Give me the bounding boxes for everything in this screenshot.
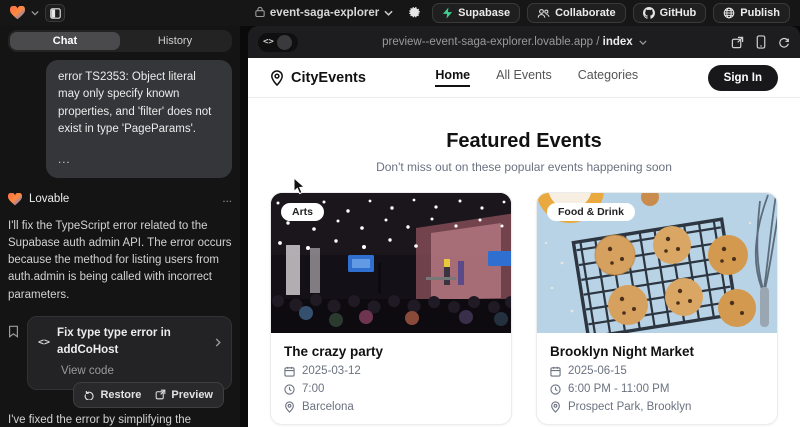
event-card-crazy-party[interactable]: Arts The crazy party 2025-03-12 7:00 bbox=[270, 192, 512, 425]
clock-icon bbox=[550, 384, 561, 395]
preview-panel: <> preview--event-saga-explorer.lovable.… bbox=[248, 26, 800, 427]
assistant-message-1: I'll fix the TypeScript error related to… bbox=[8, 218, 232, 304]
event-date-row: 2025-06-15 bbox=[550, 365, 764, 377]
calendar-icon bbox=[284, 366, 295, 377]
user-message-bubble: error TS2353: Object literal may only sp… bbox=[46, 60, 232, 178]
preview-button[interactable]: Preview bbox=[155, 387, 213, 404]
github-button[interactable]: GitHub bbox=[633, 3, 707, 23]
open-external-icon[interactable] bbox=[731, 36, 744, 49]
assistant-message-2: I've fixed the error by simplifying the … bbox=[8, 412, 232, 427]
code-view-toggle[interactable]: <> bbox=[258, 33, 298, 52]
category-badge: Food & Drink bbox=[547, 203, 635, 221]
chevron-right-icon bbox=[215, 338, 221, 347]
nav-link-categories[interactable]: Categories bbox=[578, 68, 638, 87]
lovable-logo-icon[interactable] bbox=[10, 6, 25, 20]
mobile-view-icon[interactable] bbox=[756, 35, 766, 49]
nav-link-all-events[interactable]: All Events bbox=[496, 68, 552, 87]
location-pin-icon bbox=[550, 401, 561, 413]
message-truncated-indicator: ... bbox=[58, 152, 220, 169]
sign-in-button[interactable]: Sign In bbox=[708, 65, 778, 91]
top-bar: event-saga-explorer Supabase Collaborate… bbox=[0, 0, 800, 26]
project-name: event-saga-explorer bbox=[270, 7, 379, 19]
ellipsis-menu-icon[interactable]: ... bbox=[222, 191, 232, 208]
category-badge: Arts bbox=[281, 203, 324, 221]
tab-history[interactable]: History bbox=[120, 32, 230, 50]
page-subtitle: Don't miss out on these popular events h… bbox=[248, 160, 800, 174]
chevron-down-icon bbox=[639, 40, 647, 45]
code-change-card[interactable]: <> Fix type type error in addCoHost View… bbox=[27, 316, 232, 390]
location-pin-icon bbox=[284, 401, 295, 413]
chat-tabs: Chat History bbox=[8, 30, 232, 52]
clock-icon bbox=[284, 384, 295, 395]
github-icon bbox=[643, 7, 655, 19]
collaborate-button[interactable]: Collaborate bbox=[527, 3, 626, 23]
event-location-row: Barcelona bbox=[284, 401, 498, 413]
assistant-name: Lovable bbox=[29, 191, 69, 208]
bookmark-icon[interactable] bbox=[8, 325, 19, 344]
restore-icon bbox=[84, 389, 95, 400]
event-date-row: 2025-03-12 bbox=[284, 365, 498, 377]
event-image-cookies: Food & Drink bbox=[537, 193, 777, 333]
code-icon: <> bbox=[38, 335, 50, 350]
publish-globe-icon bbox=[723, 7, 735, 19]
assistant-header: Lovable ... bbox=[8, 191, 232, 208]
preview-header: <> preview--event-saga-explorer.lovable.… bbox=[248, 26, 800, 58]
version-toolbar: Restore Preview bbox=[73, 382, 224, 409]
preview-url[interactable]: preview--event-saga-explorer.lovable.app… bbox=[306, 36, 723, 48]
map-pin-icon bbox=[270, 70, 284, 86]
page-title: Featured Events bbox=[248, 130, 800, 153]
site-viewport: CityEvents Home All Events Categories Si… bbox=[248, 58, 800, 427]
user-message-text: error TS2353: Object literal may only sp… bbox=[58, 69, 220, 138]
site-nav: CityEvents Home All Events Categories Si… bbox=[248, 58, 800, 98]
refresh-icon[interactable] bbox=[778, 36, 790, 49]
event-image-conference: Arts bbox=[271, 193, 511, 333]
event-card-brooklyn-market[interactable]: Food & Drink Brooklyn Night Market 2025-… bbox=[536, 192, 778, 425]
tab-chat[interactable]: Chat bbox=[10, 32, 120, 50]
nav-link-home[interactable]: Home bbox=[435, 68, 470, 87]
preview-external-icon bbox=[155, 389, 166, 400]
chat-messages[interactable]: error TS2353: Object literal may only sp… bbox=[8, 52, 232, 427]
calendar-icon bbox=[550, 366, 561, 377]
chevron-down-icon[interactable] bbox=[31, 10, 39, 16]
toggle-knob bbox=[277, 35, 292, 50]
hero-section: Featured Events Don't miss out on these … bbox=[248, 98, 800, 174]
event-time-row: 6:00 PM - 11:00 PM bbox=[550, 383, 764, 395]
event-time-row: 7:00 bbox=[284, 383, 498, 395]
view-code-link[interactable]: View code bbox=[38, 363, 221, 380]
event-title: Brooklyn Night Market bbox=[550, 344, 764, 359]
sidebar-toggle-icon[interactable] bbox=[45, 4, 65, 22]
lock-icon bbox=[255, 6, 265, 20]
code-card-title: Fix type type error in addCoHost bbox=[57, 325, 208, 360]
supabase-icon bbox=[442, 7, 453, 19]
code-icon: <> bbox=[260, 37, 277, 47]
event-title: The crazy party bbox=[284, 344, 498, 359]
restore-button[interactable]: Restore bbox=[84, 387, 141, 404]
site-brand[interactable]: CityEvents bbox=[270, 70, 366, 86]
publish-button[interactable]: Publish bbox=[713, 3, 790, 23]
lovable-avatar-icon bbox=[8, 193, 22, 206]
collaborate-icon bbox=[537, 8, 550, 19]
chat-panel: Chat History error TS2353: Object litera… bbox=[0, 26, 240, 427]
supabase-button[interactable]: Supabase bbox=[432, 3, 520, 23]
project-selector[interactable]: event-saga-explorer bbox=[240, 6, 408, 20]
gear-icon[interactable] bbox=[408, 6, 422, 20]
chevron-down-icon bbox=[384, 7, 393, 19]
event-location-row: Prospect Park, Brooklyn bbox=[550, 401, 764, 413]
